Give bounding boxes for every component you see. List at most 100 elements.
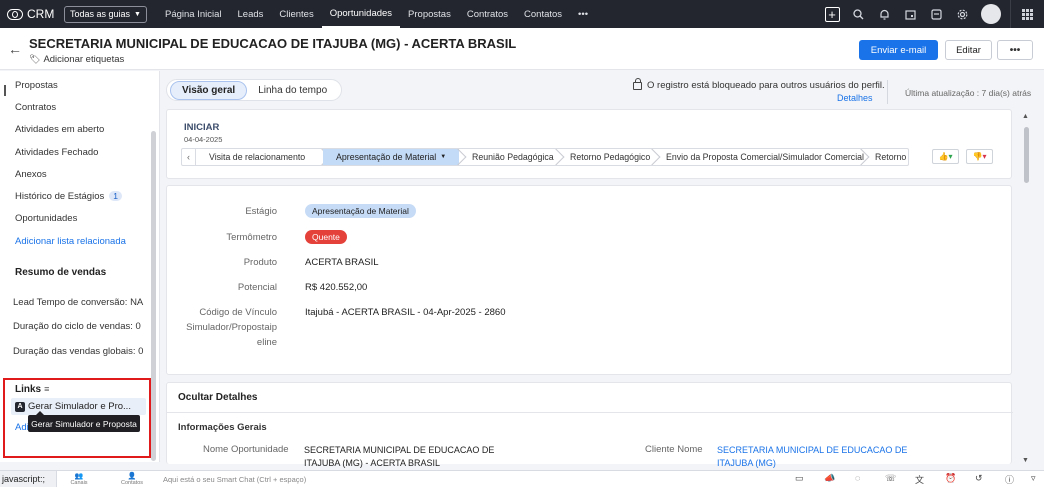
- record-title: SECRETARIA MUNICIPAL DE EDUCACAO DE ITAJ…: [29, 36, 517, 51]
- user-avatar[interactable]: [981, 4, 1001, 24]
- sidebar-item-contracts[interactable]: Contratos: [15, 102, 56, 113]
- link-code-label-line1: Código de Vínculo: [199, 307, 277, 318]
- tab-timeline[interactable]: Linha do tempo: [247, 82, 338, 99]
- create-button[interactable]: +: [819, 0, 845, 28]
- notification-bell-icon[interactable]: [871, 0, 897, 28]
- crm-logo[interactable]: CRM: [7, 7, 59, 21]
- calendar-icon[interactable]: [897, 0, 923, 28]
- nav-leads[interactable]: Leads: [230, 0, 272, 28]
- summary-lead-conversion: Lead Tempo de conversão: NA: [13, 297, 144, 308]
- stage-step[interactable]: Envio da Proposta Comercial/Simulador Co…: [653, 149, 864, 165]
- send-email-button[interactable]: Enviar e-mail: [859, 40, 938, 60]
- bot-icon[interactable]: ▿: [1031, 473, 1036, 484]
- thumbs-up-icon[interactable]: 👍▾: [932, 149, 959, 164]
- links-heading: Links ≡: [15, 384, 49, 395]
- stage-step[interactable]: Retorno da Propo: [862, 149, 908, 165]
- nav-proposals[interactable]: Propostas: [400, 0, 459, 28]
- recent-items-icon[interactable]: ▭: [795, 473, 804, 484]
- stage-step[interactable]: Reunião Pedagógica: [459, 149, 557, 165]
- edit-button[interactable]: Editar: [945, 40, 992, 60]
- channels-label: Canais: [70, 480, 88, 486]
- sidebar-item-opportunities[interactable]: Oportunidades: [15, 213, 77, 224]
- caret-down-icon: ▼: [440, 154, 447, 160]
- add-tags[interactable]: 🏷 Adicionar etiquetas: [29, 54, 124, 65]
- app-grid-icon[interactable]: [1010, 0, 1044, 28]
- tag-icon: 🏷: [29, 54, 41, 64]
- plus-icon: +: [824, 6, 840, 22]
- chat-bubble-icon[interactable]: ◌: [855, 473, 860, 483]
- stage-step[interactable]: Visita de relacionamento: [196, 149, 323, 165]
- stage-field-value: Apresentação de Material: [305, 204, 416, 218]
- alarm-clock-icon[interactable]: ⏰: [945, 473, 956, 484]
- back-arrow-icon[interactable]: ←: [8, 41, 22, 57]
- sidebar-scrollbar[interactable]: [151, 131, 156, 461]
- shield-a-icon: A: [15, 401, 25, 412]
- lock-message-text: O registro está bloqueado para outros us…: [647, 80, 885, 91]
- link-tooltip: Gerar Simulador e Proposta: [28, 411, 140, 432]
- nav-opportunities[interactable]: Oportunidades: [321, 0, 401, 28]
- nav-clients[interactable]: Clientes: [271, 0, 321, 28]
- channels-button[interactable]: 👥 Canais: [67, 473, 91, 486]
- crm-logo-icon: [7, 8, 23, 20]
- gear-icon[interactable]: [949, 0, 975, 28]
- stage-date: 04-04-2025: [184, 135, 223, 144]
- stage-step[interactable]: Retorno Pedagógico: [557, 149, 653, 165]
- stage-status-label: INICIAR: [184, 122, 220, 133]
- stage-step-current[interactable]: Apresentação de Material ▼: [323, 149, 459, 165]
- stage-card: INICIAR 04-04-2025 ‹ Visita de relaciona…: [166, 109, 1012, 179]
- add-link[interactable]: Adi: [15, 422, 29, 433]
- sidebar-item-stage-history[interactable]: Histórico de Estágios 1: [15, 191, 122, 202]
- link-code-label-line2: Simulador/Propostaip: [186, 322, 277, 333]
- all-guides-label: Todas as guias: [70, 9, 131, 19]
- product-field-value: ACERTA BRASIL: [305, 257, 379, 268]
- chevron-left-icon[interactable]: ‹: [182, 149, 196, 165]
- link-generate-simulator[interactable]: A Gerar Simulador e Pro...: [11, 398, 146, 415]
- phone-icon[interactable]: ☏: [885, 473, 896, 484]
- contacts-button[interactable]: 👤 Contatos: [120, 473, 144, 486]
- more-actions-button[interactable]: •••: [997, 40, 1033, 60]
- hide-details-toggle[interactable]: Ocultar Detalhes: [178, 392, 257, 403]
- add-related-list-link[interactable]: Adicionar lista relacionada: [15, 236, 126, 247]
- record-view-tabs: Visão geral Linha do tempo: [166, 79, 343, 101]
- related-list-sidebar: Propostas Contratos Atividades em aberto…: [0, 71, 160, 462]
- announcement-icon[interactable]: 📣: [824, 473, 835, 484]
- main-scrollbar-thumb[interactable]: [1024, 127, 1029, 183]
- count-badge: 1: [109, 191, 122, 201]
- translate-icon[interactable]: 文: [915, 473, 924, 486]
- sidebar-item-attachments[interactable]: Anexos: [15, 169, 47, 180]
- nav-contacts[interactable]: Contatos: [516, 0, 570, 28]
- product-field-label: Produto: [243, 257, 277, 268]
- sidebar-item-open-activities[interactable]: Atividades em aberto: [15, 124, 104, 135]
- stage-field-label: Estágio: [245, 206, 277, 217]
- nav-toolbar: +: [819, 0, 1044, 28]
- history-icon[interactable]: ↺: [975, 473, 983, 484]
- divider: [167, 412, 1013, 413]
- search-icon[interactable]: [845, 0, 871, 28]
- module-tabs: Página Inicial Leads Clientes Oportunida…: [157, 0, 596, 28]
- sidebar-item-closed-activities[interactable]: Atividades Fechado: [15, 147, 98, 158]
- link-code-field-value: Itajubá - ACERTA BRASIL - 04-Apr-2025 - …: [305, 307, 506, 318]
- stage-step-label: Apresentação de Material: [336, 152, 437, 162]
- contacts-label: Contatos: [120, 480, 143, 486]
- links-title: Links: [15, 384, 42, 395]
- sidebar-item-label: Histórico de Estágios: [15, 191, 105, 202]
- sales-summary-heading: Resumo de vendas: [15, 267, 107, 278]
- scroll-up-arrow[interactable]: ▲: [1022, 113, 1029, 120]
- nav-more[interactable]: •••: [570, 0, 596, 28]
- marketplace-icon[interactable]: [923, 0, 949, 28]
- client-name-link[interactable]: SECRETARIA MUNICIPAL DE EDUCACAO DE ITAJ…: [717, 444, 917, 470]
- list-lines-icon[interactable]: ≡: [44, 384, 49, 394]
- lock-details-link[interactable]: Detalhes: [837, 93, 873, 103]
- people-icon: 👥: [74, 473, 84, 480]
- nav-home[interactable]: Página Inicial: [157, 0, 230, 28]
- smart-chat-input[interactable]: Aqui está o seu Smart Chat (Ctrl + espaç…: [163, 475, 306, 484]
- help-icon[interactable]: ⓘ: [1005, 473, 1014, 486]
- summary-global-sales: Duração das vendas globais: 0: [13, 346, 144, 357]
- all-guides-dropdown[interactable]: Todas as guias ▼: [64, 5, 147, 23]
- lock-icon: [633, 77, 642, 90]
- sidebar-item-proposals[interactable]: Propostas: [15, 80, 58, 91]
- nav-contracts[interactable]: Contratos: [459, 0, 516, 28]
- scroll-down-arrow[interactable]: ▼: [1022, 457, 1029, 464]
- tab-overview[interactable]: Visão geral: [170, 80, 248, 100]
- thumbs-down-icon[interactable]: 👎▾: [966, 149, 993, 164]
